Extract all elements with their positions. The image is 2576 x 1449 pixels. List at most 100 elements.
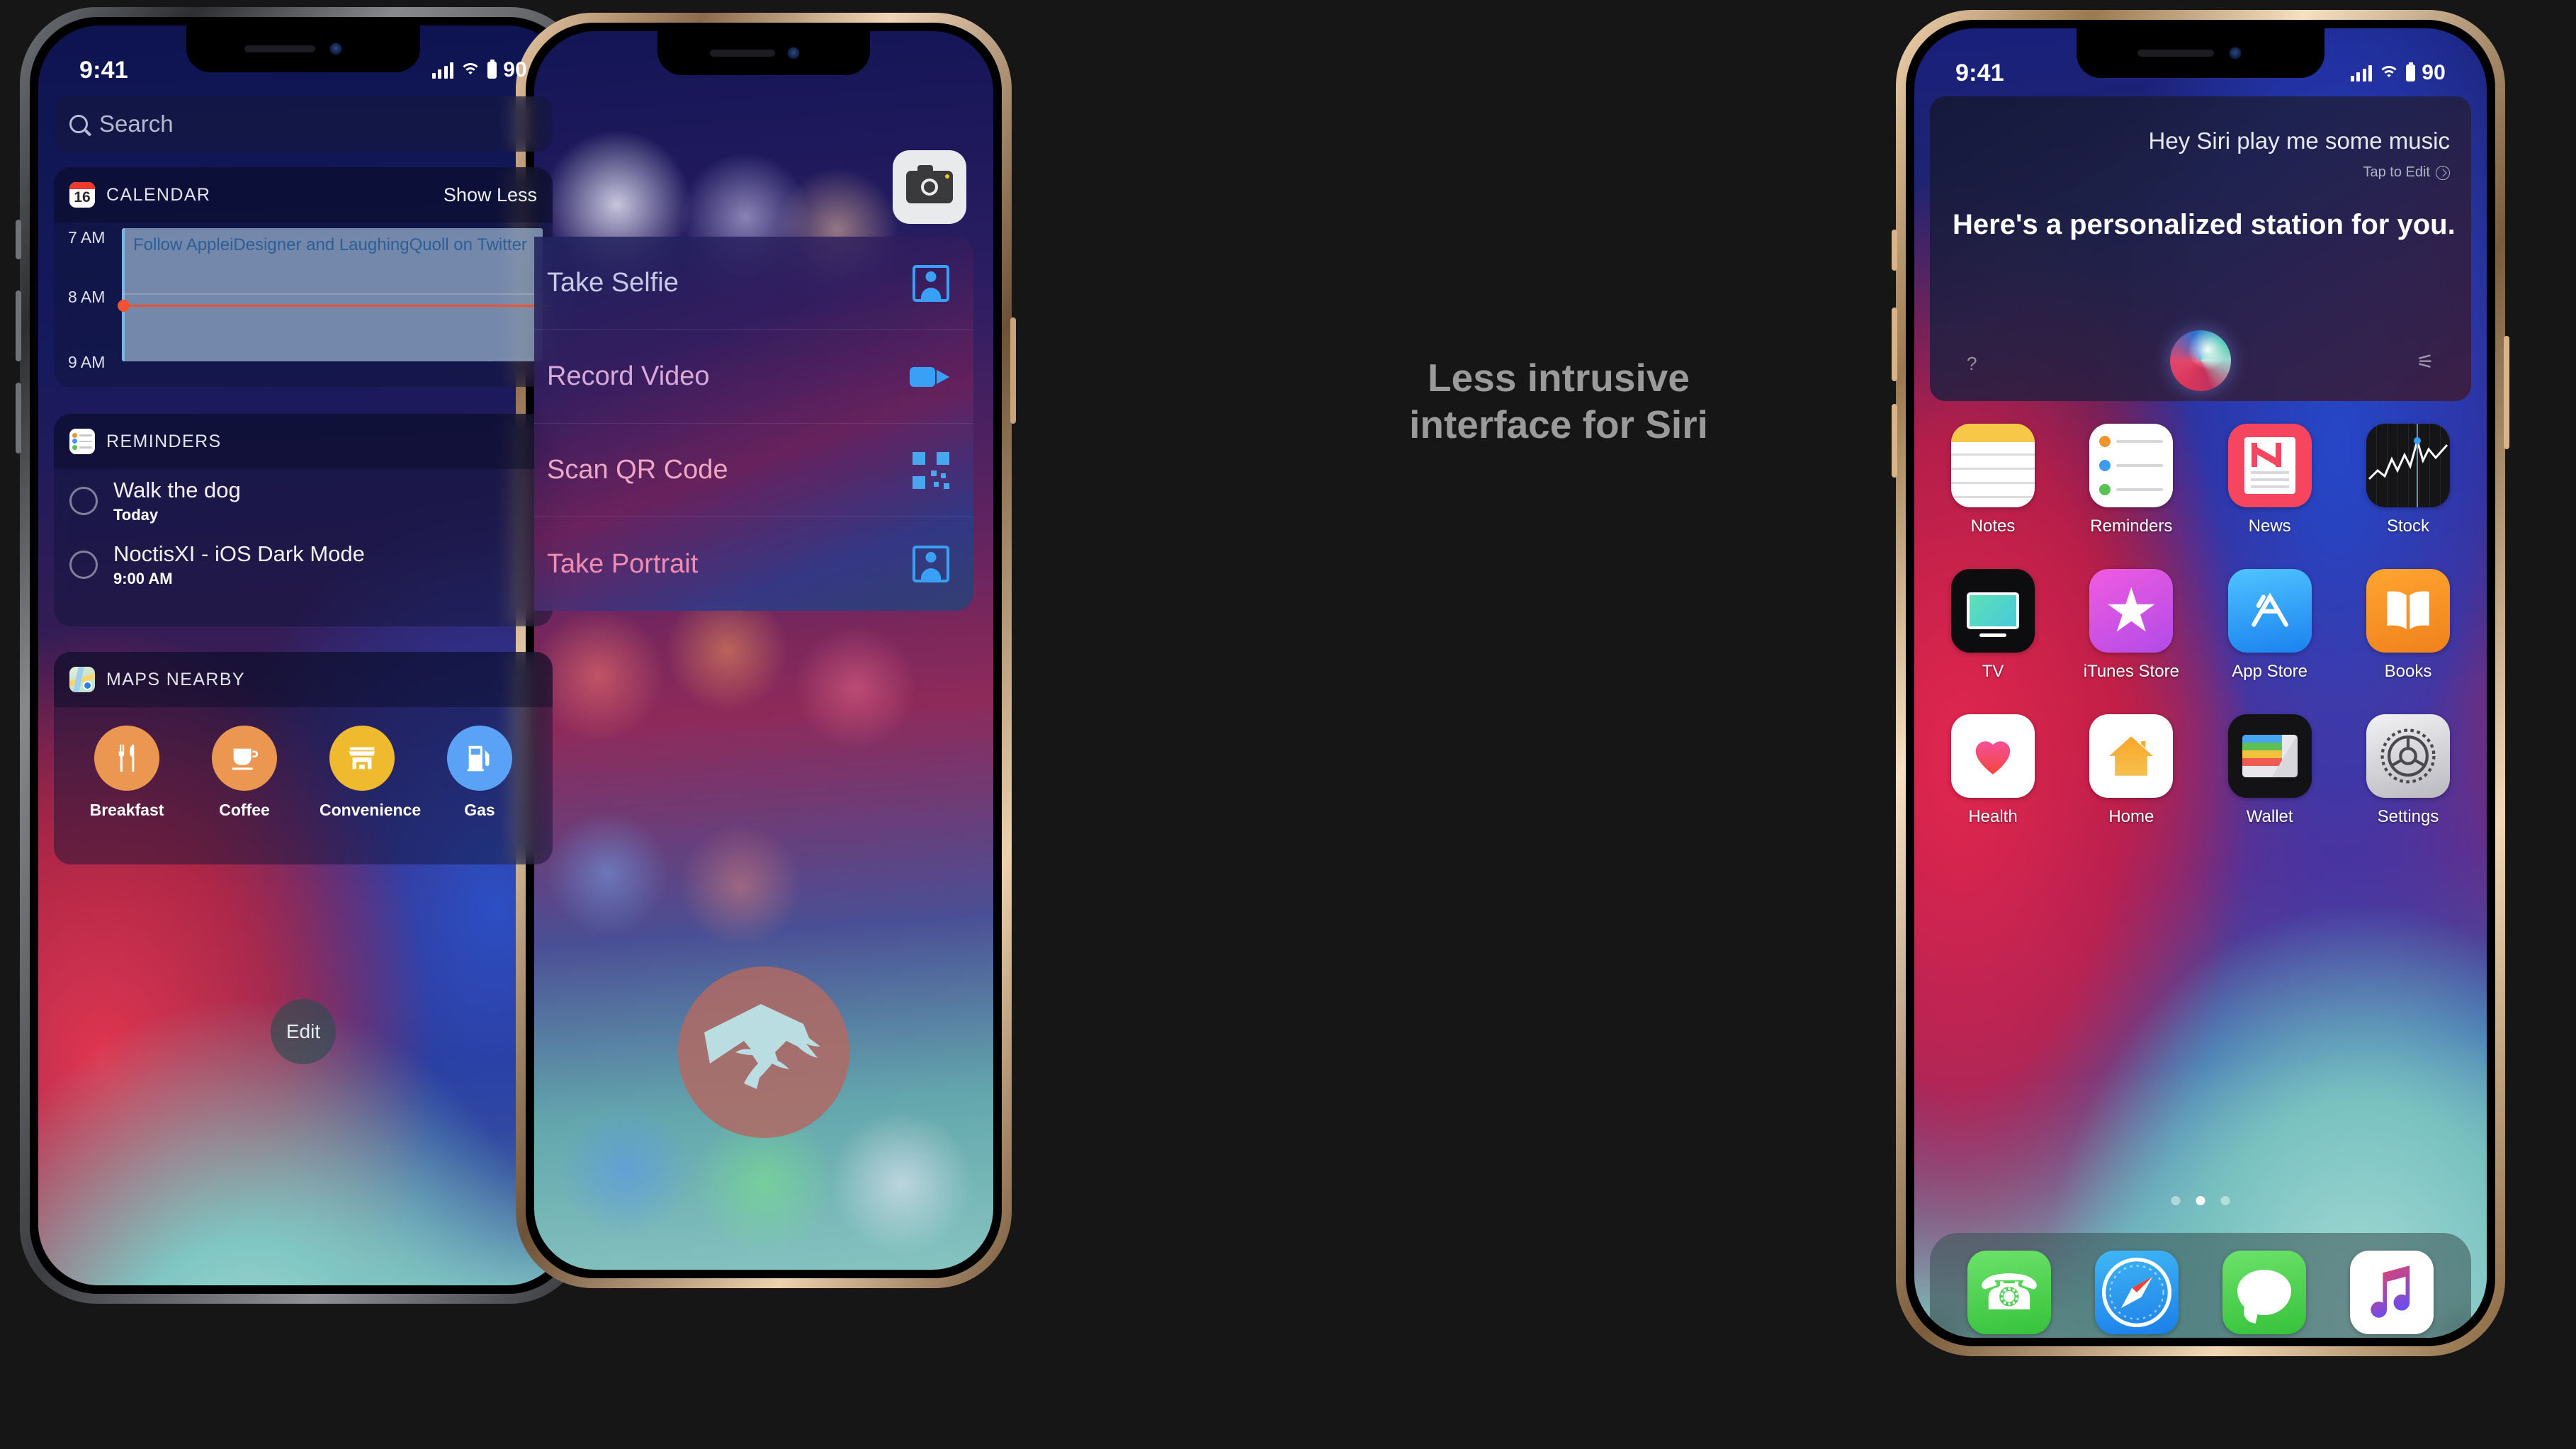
volume-up-button[interactable] [1892,308,1897,381]
wifi-icon [2378,65,2400,81]
reminder-list-item[interactable]: NoctisXI - iOS Dark Mode 9:00 AM [54,533,553,597]
screen-quick-actions: Take Selfie Record Video Scan QR Code Ta… [534,31,993,1270]
wifi-icon [460,62,482,78]
reminder-subtitle: 9:00 AM [113,570,173,587]
volume-down-button[interactable] [1892,404,1897,478]
app-label: Notes [1970,517,2016,536]
reminders-widget-header: REMINDERS [54,414,553,469]
page-dot[interactable] [2220,1196,2230,1205]
show-less-button[interactable]: Show Less [444,184,537,206]
app-tv[interactable]: TV [1938,569,2047,682]
quick-action-take-selfie[interactable]: Take Selfie [534,237,973,330]
quick-action-scan-qr-code[interactable]: Scan QR Code [534,424,973,517]
portrait-person-icon [913,546,949,582]
quick-action-take-portrait[interactable]: Take Portrait [534,517,973,611]
mute-switch[interactable] [16,220,21,259]
notch [657,31,870,75]
app-app-store[interactable]: App Store [2215,569,2324,682]
calendar-hour-label: 7 AM [68,228,106,247]
app-reminders[interactable]: Reminders [2077,424,2186,536]
battery-icon [2406,62,2416,81]
maps-category-label: Gas [464,801,495,819]
status-time: 9:41 [1955,59,2004,86]
news-icon [2227,424,2312,507]
quick-action-record-video[interactable]: Record Video [534,330,973,424]
health-icon [1951,714,2035,798]
app-notes[interactable]: Notes [1938,424,2047,536]
app-label: Health [1968,807,2018,826]
volume-down-button[interactable] [16,383,21,453]
tv-icon [1951,569,2035,653]
maps-category-convenience[interactable]: Convenience [320,726,422,820]
volume-up-button[interactable] [16,291,21,361]
home-screen-app-grid: Notes Reminders News Stock TV ★ iTunes S… [1938,424,2463,859]
app-stock[interactable]: Stock [2354,424,2463,536]
help-question-icon[interactable]: ? [1967,353,1977,375]
page-dot-active[interactable] [2196,1196,2205,1205]
bluetooth-mic-icon[interactable]: ⚟ [2417,350,2434,373]
headline-line-2: interface for Siri [1409,402,1708,446]
power-button[interactable] [2504,336,2509,449]
camera-icon[interactable] [893,150,966,224]
app-news[interactable]: News [2215,424,2324,536]
safari-compass-icon[interactable] [2095,1251,2179,1334]
music-note-icon[interactable] [2350,1251,2434,1334]
reminder-checkbox[interactable] [69,487,98,515]
video-camera-icon [910,359,949,395]
reminders-widget[interactable]: REMINDERS Walk the dog Today NoctisXI - … [54,414,553,626]
screen-today-view: 9:41 90 Search 16 CALENDAR Show Less 7 A… [38,26,568,1285]
phone-siri-home: 9:41 90 Hey Siri play me some music Tap … [1892,10,2509,1356]
stocks-icon [2366,424,2450,507]
front-camera-icon [787,47,800,60]
dock: ☎ [1930,1233,2471,1338]
maps-category-label: Convenience [320,801,422,819]
quick-actions-menu: Take Selfie Record Video Scan QR Code Ta… [534,237,973,611]
quoll-logo-icon [678,966,849,1138]
maps-category-breakfast[interactable]: Breakfast [84,726,169,820]
maps-nearby-widget[interactable]: MAPS NEARBY Breakfast Coffee Convenience… [54,652,553,864]
calendar-hour-label: 9 AM [68,353,106,371]
headline-line-1: Less intrusive [1428,356,1690,400]
calendar-widget-header: 16 CALENDAR Show Less [54,167,553,222]
app-health[interactable]: Health [1938,714,2047,827]
power-button[interactable] [1010,317,1016,424]
store-icon [329,726,395,791]
messages-bubble-icon[interactable] [2222,1251,2306,1334]
search-input[interactable]: Search [54,96,553,152]
maps-category-coffee[interactable]: Coffee [202,726,287,820]
settings-gear-icon [2366,714,2450,798]
app-wallet[interactable]: Wallet [2215,714,2324,827]
page-indicator-dots[interactable] [2171,1196,2230,1205]
phone-icon[interactable]: ☎ [1967,1251,2051,1334]
quick-action-label: Take Portrait [547,548,699,579]
edit-button[interactable]: Edit [271,999,336,1064]
app-label: Wallet [2246,807,2293,826]
app-books[interactable]: Books [2354,569,2463,682]
app-itunes-store[interactable]: ★ iTunes Store [2077,569,2186,682]
chevron-right-icon [2436,165,2450,180]
siri-tap-to-edit-button[interactable]: Tap to Edit [2363,164,2450,181]
siri-result-card: Hey Siri play me some music Tap to Edit … [1930,96,2471,401]
reminder-list-item[interactable]: Walk the dog Today [54,469,553,533]
mute-switch[interactable] [1892,230,1897,271]
battery-percent: 90 [503,58,527,81]
calendar-now-dot [118,300,130,312]
today-view: Search 16 CALENDAR Show Less 7 AM 8 AM 9… [38,26,568,1285]
app-settings[interactable]: Settings [2354,714,2463,827]
reminder-checkbox[interactable] [69,551,98,579]
siri-orb-icon[interactable] [2170,330,2231,391]
page-title: Less intrusive interface for Siri [1346,354,1771,448]
app-row: Health Home Wallet Settings [1938,714,2463,827]
calendar-widget[interactable]: 16 CALENDAR Show Less 7 AM 8 AM 9 AM Fol… [54,167,553,387]
maps-category-gas[interactable]: Gas [437,726,522,820]
notes-icon [1951,424,2035,507]
app-label: App Store [2232,662,2308,681]
page-dot[interactable] [2171,1196,2181,1205]
earpiece-speaker [710,50,775,57]
qr-code-icon [913,451,949,489]
app-label: Home [2108,807,2154,826]
app-home[interactable]: Home [2077,714,2186,827]
calendar-event[interactable]: Follow AppleiDesigner and LaughingQuoll … [122,228,543,361]
phone-quick-actions: Take Selfie Record Video Scan QR Code Ta… [516,13,1016,1288]
itunes-store-icon: ★ [2089,569,2174,653]
